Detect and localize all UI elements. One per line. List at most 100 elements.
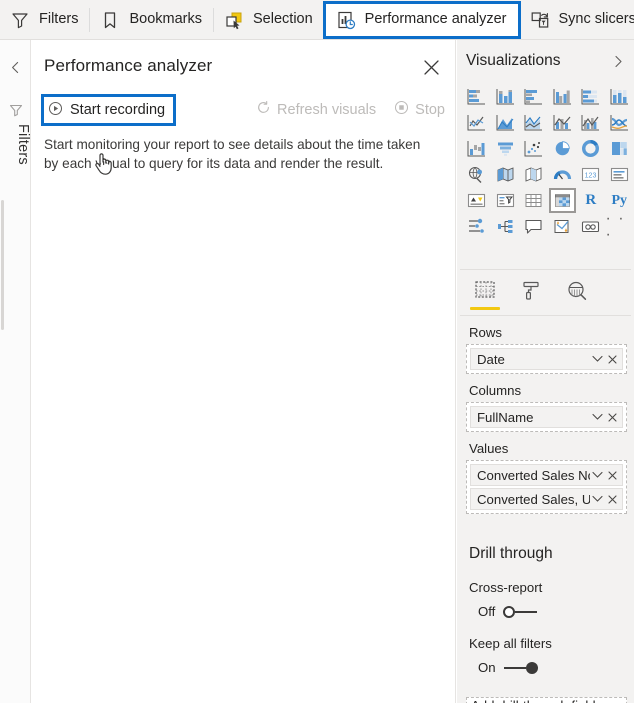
visual-stacked-area-chart[interactable] [520,110,548,135]
chevron-down-icon[interactable] [590,355,605,363]
remove-field-icon[interactable] [605,494,620,504]
visual-decomposition-tree[interactable] [492,214,520,239]
visual-clustered-column-chart[interactable] [549,84,577,109]
visual-area-chart[interactable] [492,110,520,135]
field-chip[interactable]: Date [470,348,623,370]
chevron-down-icon[interactable] [590,495,605,503]
visual-funnel-chart[interactable] [492,136,520,161]
more-visuals-label: · · · [605,209,626,243]
visual-waterfall-chart[interactable] [463,136,491,161]
visual-pie-chart[interactable] [549,136,577,161]
visual-ribbon-chart[interactable] [606,110,634,135]
filters-rail-label: Filters [15,124,31,165]
visual-more-visuals[interactable]: · · · [606,210,634,242]
toolbar-item-label: Performance analyzer [364,11,507,28]
visual-smart-narrative[interactable] [549,214,577,239]
sync-slicers-icon [529,9,551,31]
well-rows[interactable]: Date [466,344,627,374]
visual-line-chart[interactable] [463,110,491,135]
start-recording-button[interactable]: Start recording [40,94,177,126]
toolbar-item-filters[interactable]: Filters [0,3,89,37]
refresh-visuals-button: Refresh visuals [256,100,376,119]
r-visual-label: R [585,192,597,208]
visual-filled-map[interactable] [492,162,520,187]
visual-100-stacked-bar-chart[interactable] [577,84,605,109]
visual-donut-chart[interactable] [577,136,605,161]
visual-line-and-stacked-column-chart[interactable] [549,110,577,135]
visualizations-pane: Visualizations 123 R Py · · · Rows Date … [457,40,634,703]
funnel-icon [9,9,31,31]
chevron-down-icon[interactable] [590,413,605,421]
visual-100-stacked-column-chart[interactable] [606,84,634,109]
stop-circle-icon [394,100,409,119]
refresh-visuals-label: Refresh visuals [277,101,377,118]
fields-tab-indicator [470,306,500,310]
fields-grid-icon [473,280,497,307]
cross-report-toggle[interactable] [503,605,538,619]
keep-all-filters-toggle[interactable] [503,661,538,675]
toggle-knob [525,661,538,674]
pane-title: Performance analyzer [44,56,213,75]
rail-scrollbar[interactable] [1,200,4,330]
remove-field-icon[interactable] [605,354,620,364]
visual-shape-map[interactable] [520,162,548,187]
toolbar-item-label: Selection [253,11,313,28]
close-icon[interactable] [423,59,440,76]
visual-gauge[interactable] [549,162,577,187]
funnel-icon[interactable] [8,102,24,118]
visual-treemap[interactable] [606,136,634,161]
visual-r-script-visual[interactable]: R [577,188,605,213]
toggle-track [515,610,538,613]
visual-qna-visual[interactable] [520,214,548,239]
visual-paginated-report[interactable] [577,214,605,239]
view-toolbar: Filters Bookmarks Selection Performance … [0,0,634,40]
toolbar-item-selection[interactable]: Selection [214,3,324,37]
visual-line-and-clustered-column-chart[interactable] [577,110,605,135]
well-label-rows: Rows [469,325,502,340]
paint-roller-icon [519,280,543,307]
remove-field-icon[interactable] [605,470,620,480]
visual-scatter-chart[interactable] [520,136,548,161]
analytics-tab[interactable] [561,277,593,311]
format-tab[interactable] [515,277,547,311]
visual-table[interactable] [520,188,548,213]
field-chip[interactable]: FullName [470,406,623,428]
visual-clustered-bar-chart[interactable] [520,84,548,109]
toolbar-item-bookmarks[interactable]: Bookmarks [90,3,213,37]
bookmark-icon [99,9,121,31]
well-columns[interactable]: FullName [466,402,627,432]
field-chip[interactable]: Converted Sales No Mis [470,464,623,486]
visual-card[interactable]: 123 [577,162,605,187]
visual-multi-row-card[interactable] [606,162,634,187]
chevron-left-icon[interactable] [8,60,23,75]
visual-matrix[interactable] [548,188,576,213]
visual-stacked-bar-chart[interactable] [463,84,491,109]
visual-kpi[interactable] [463,188,491,213]
visual-slicer[interactable] [492,188,520,213]
field-chip[interactable]: Converted Sales, Using I [470,488,623,510]
toggle-track [503,666,526,669]
well-label-columns: Columns [469,383,522,398]
fields-tab[interactable] [469,277,501,311]
remove-field-icon[interactable] [605,412,620,422]
chevron-down-icon[interactable] [590,471,605,479]
visual-key-influencers[interactable] [463,214,491,239]
cross-report-state: Off [478,604,496,619]
start-recording-label: Start recording [70,102,166,118]
performance-analyzer-actions: Start recording Refresh visuals Stop [40,94,445,129]
toolbar-item-sync-slicers[interactable]: Sync slicers [520,3,634,37]
drill-through-title: Drill through [469,545,553,562]
field-chip-label: FullName [477,409,534,425]
visual-map[interactable] [463,162,491,187]
field-wells: Rows Date Columns FullName Values Conver… [460,316,631,514]
performance-analyzer-secondary-actions: Refresh visuals Stop [256,100,445,119]
well-values[interactable]: Converted Sales No Mis Converted Sales, … [466,460,627,514]
visual-type-grid: 123 R Py · · · [463,84,634,242]
cross-report-label: Cross-report [469,580,543,595]
chevron-right-icon[interactable] [612,55,624,68]
visual-stacked-column-chart[interactable] [492,84,520,109]
svg-text:123: 123 [585,173,597,180]
toolbar-item-label: Bookmarks [129,11,203,28]
drill-through-dropzone[interactable]: Add drill-through fields here [466,697,627,703]
toolbar-item-performance-analyzer[interactable]: Performance analyzer [322,0,521,39]
